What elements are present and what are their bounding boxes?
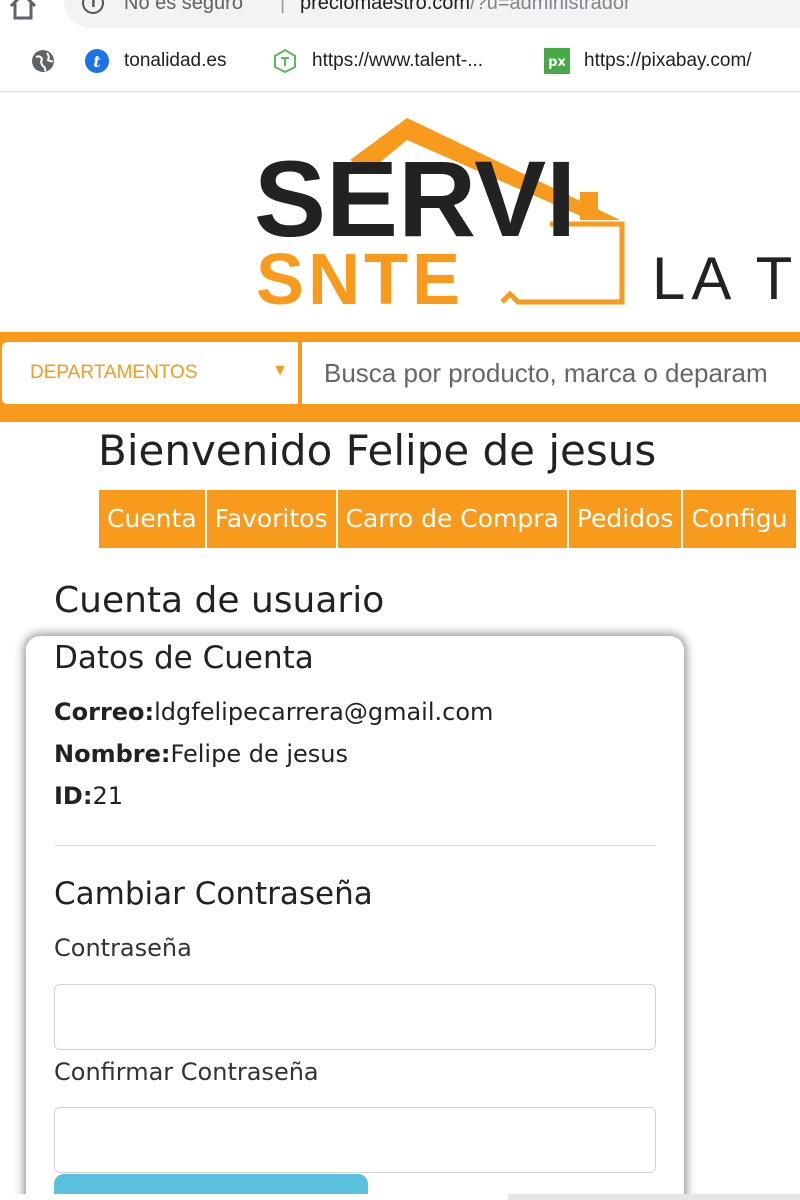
divider xyxy=(54,845,656,846)
url-separator: | xyxy=(280,0,286,14)
bookmark-label: https://pixabay.com/ xyxy=(584,50,752,71)
bookmark-label: tonalidad.es xyxy=(124,50,227,71)
tab-carro-de-compra[interactable]: Carro de Compra xyxy=(337,490,569,548)
password-field[interactable] xyxy=(54,984,656,1050)
departments-dropdown[interactable]: DEPARTAMENTOS ▼ xyxy=(2,342,298,404)
id-value: 21 xyxy=(92,782,123,810)
bookmarks-bar: t tonalidad.es https://www.talent-... px… xyxy=(0,34,800,92)
url-text[interactable]: preciomaestro.com/?u=administrador xyxy=(300,0,631,14)
section-title: Cuenta de usuario xyxy=(54,580,385,621)
svg-text:t: t xyxy=(93,52,101,71)
bookmark-label: https://www.talent-... xyxy=(312,50,484,71)
tab-configuracion[interactable]: Configu xyxy=(683,490,798,548)
url-path: /?u=administrador xyxy=(470,0,631,14)
bookmark-tonalidad[interactable]: t tonalidad.es xyxy=(84,46,226,76)
name-value: Felipe de jesus xyxy=(170,740,348,768)
pixabay-favicon-icon: px xyxy=(544,48,570,74)
site-header: SERVI SNTE LA T xyxy=(0,92,800,332)
svg-text:px: px xyxy=(548,55,566,70)
url-host: preciomaestro.com xyxy=(300,0,471,14)
talent-favicon-icon xyxy=(274,48,296,74)
change-password-title: Cambiar Contraseña xyxy=(54,876,373,912)
logo-snte: SNTE xyxy=(256,240,464,312)
logo-chimney xyxy=(580,192,598,220)
search-placeholder: Busca por producto, marca o deparam xyxy=(324,358,768,388)
email-value: ldgfelipecarrera@gmail.com xyxy=(154,698,494,726)
caret-down-icon: ▼ xyxy=(272,362,288,379)
id-row: ID:21 xyxy=(54,782,123,810)
name-label: Nombre: xyxy=(54,740,171,768)
card-title: Datos de Cuenta xyxy=(54,640,314,676)
name-row: Nombre:Felipe de jesus xyxy=(54,740,348,768)
id-label: ID: xyxy=(54,782,93,810)
tab-pedidos[interactable]: Pedidos xyxy=(568,490,684,548)
bookmark-pixabay[interactable]: px https://pixabay.com/ xyxy=(544,46,752,76)
account-card: Datos de Cuenta Correo:ldgfelipecarrera@… xyxy=(26,636,684,1200)
confirm-password-field[interactable] xyxy=(54,1107,656,1173)
horizontal-scrollbar[interactable] xyxy=(508,1194,800,1200)
account-tabs: Cuenta Favoritos Carro de Compra Pedidos… xyxy=(99,490,798,548)
apps-shortcut[interactable] xyxy=(30,46,70,76)
password-label: Contraseña xyxy=(54,934,192,962)
confirm-password-label: Confirmar Contraseña xyxy=(54,1058,319,1086)
tonalidad-favicon-icon: t xyxy=(85,49,109,73)
security-label[interactable]: No es seguro xyxy=(124,0,243,14)
bookmark-talent[interactable]: https://www.talent-... xyxy=(272,46,483,76)
email-row: Correo:ldgfelipecarrera@gmail.com xyxy=(54,698,493,726)
search-input[interactable]: Busca por producto, marca o deparam xyxy=(302,342,800,404)
home-icon[interactable] xyxy=(6,0,40,22)
email-label: Correo: xyxy=(54,698,155,726)
welcome-heading: Bienvenido Felipe de jesus xyxy=(98,426,657,475)
tab-cuenta[interactable]: Cuenta xyxy=(99,490,207,548)
globe-icon xyxy=(32,50,54,72)
departments-label: DEPARTAMENTOS xyxy=(30,362,198,383)
browser-address-row: No es seguro | preciomaestro.com/?u=admi… xyxy=(0,0,800,34)
site-logo[interactable]: SERVI SNTE xyxy=(250,112,630,312)
tab-favoritos[interactable]: Favoritos xyxy=(206,490,338,548)
logo-tagline: LA T xyxy=(652,245,799,312)
